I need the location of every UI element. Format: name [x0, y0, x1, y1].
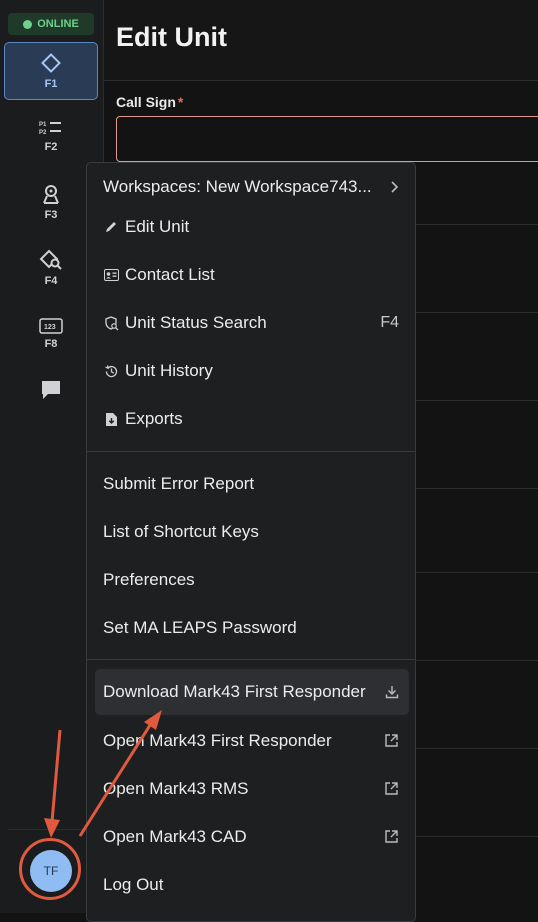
contact-card-icon	[103, 267, 119, 283]
menu-item-log-out[interactable]: Log Out	[87, 863, 415, 907]
history-icon	[103, 363, 119, 379]
menu-item-open-first-responder[interactable]: Open Mark43 First Responder	[87, 719, 415, 763]
user-dropdown-menu: Workspaces: New Workspace743... Edit Uni…	[86, 162, 416, 922]
chat-icon	[42, 381, 60, 399]
menu-item-label: Exports	[125, 409, 183, 428]
menu-item-label: Unit History	[125, 361, 213, 380]
chevron-right-icon	[389, 179, 399, 199]
call-sign-input[interactable]	[116, 116, 538, 162]
nav-item-f1[interactable]: F1	[4, 42, 98, 100]
nav-item-f2[interactable]: P1 P2 F2	[4, 108, 98, 164]
svg-text:P1: P1	[39, 122, 47, 128]
shield-search-icon	[103, 315, 119, 331]
status-label: ONLINE	[37, 18, 79, 30]
priority-list-icon: P1 P2	[39, 122, 61, 136]
nav-item-f3[interactable]: F3	[4, 174, 98, 230]
number-pad-icon: 123	[39, 318, 63, 334]
status-dot-icon	[23, 19, 33, 29]
menu-item-exports[interactable]: Exports	[87, 397, 415, 441]
menu-item-label: Open Mark43 CAD	[103, 827, 247, 846]
file-export-icon	[103, 411, 119, 427]
menu-item-label: Log Out	[103, 875, 164, 894]
required-asterisk: *	[177, 94, 184, 110]
menu-divider	[87, 659, 415, 660]
external-link-icon	[384, 829, 399, 849]
download-icon	[385, 684, 399, 704]
menu-item-download-first-responder[interactable]: Download Mark43 First Responder	[95, 669, 409, 715]
title-bar: Edit Unit	[104, 0, 538, 81]
shortcut-key-label: F4	[380, 314, 399, 331]
menu-item-unit-status-search[interactable]: Unit Status Search F4	[87, 301, 415, 345]
menu-item-contact-list[interactable]: Contact List	[87, 253, 415, 297]
external-link-icon	[384, 733, 399, 753]
user-avatar[interactable]: TF	[30, 850, 72, 892]
menu-item-unit-history[interactable]: Unit History	[87, 349, 415, 393]
menu-item-label: Open Mark43 RMS	[103, 779, 249, 798]
nav-item-f4[interactable]: F4	[4, 240, 98, 296]
pencil-icon	[103, 219, 119, 235]
menu-item-label: Unit Status Search	[125, 313, 267, 332]
menu-divider	[87, 451, 415, 452]
nav-key-label: F8	[44, 338, 58, 350]
nav-item-f8[interactable]: 123 F8	[4, 306, 98, 362]
nav-key-label: F2	[44, 141, 58, 153]
menu-item-label: Set MA LEAPS Password	[103, 618, 297, 637]
svg-text:P2: P2	[39, 130, 47, 136]
menu-item-preferences[interactable]: Preferences	[87, 558, 415, 602]
call-sign-label-text: Call Sign	[116, 94, 176, 110]
search-location-icon	[39, 249, 62, 270]
menu-item-set-ma-leaps-password[interactable]: Set MA LEAPS Password	[87, 606, 415, 650]
svg-text:123: 123	[44, 324, 56, 331]
online-status-badge: ONLINE	[8, 13, 94, 35]
menu-item-label: List of Shortcut Keys	[103, 522, 259, 541]
menu-item-label: Preferences	[103, 570, 195, 589]
nav-key-label: F3	[44, 209, 58, 221]
external-link-icon	[384, 781, 399, 801]
diamond-icon	[41, 53, 61, 73]
menu-item-label: Submit Error Report	[103, 474, 255, 493]
page-title: Edit Unit	[116, 22, 227, 52]
menu-item-label: Edit Unit	[125, 217, 190, 236]
menu-item-open-cad[interactable]: Open Mark43 CAD	[87, 815, 415, 859]
nav-key-label: F1	[44, 78, 58, 90]
map-pin-icon	[43, 185, 59, 204]
menu-item-submit-error-report[interactable]: Submit Error Report	[87, 462, 415, 506]
menu-item-open-rms[interactable]: Open Mark43 RMS	[87, 767, 415, 811]
menu-item-label: Download Mark43 First Responder	[103, 682, 366, 701]
nav-item-chat[interactable]	[4, 364, 98, 420]
menu-item-label: Contact List	[125, 265, 215, 284]
menu-item-edit-unit[interactable]: Edit Unit	[87, 205, 415, 249]
nav-key-label: F4	[44, 275, 58, 287]
menu-item-workspaces[interactable]: Workspaces: New Workspace743...	[87, 165, 415, 209]
menu-item-shortcut-keys[interactable]: List of Shortcut Keys	[87, 510, 415, 554]
menu-item-label: Open Mark43 First Responder	[103, 731, 332, 750]
menu-item-label: Workspaces: New Workspace743...	[103, 177, 372, 196]
call-sign-label: Call Sign *	[116, 94, 183, 110]
